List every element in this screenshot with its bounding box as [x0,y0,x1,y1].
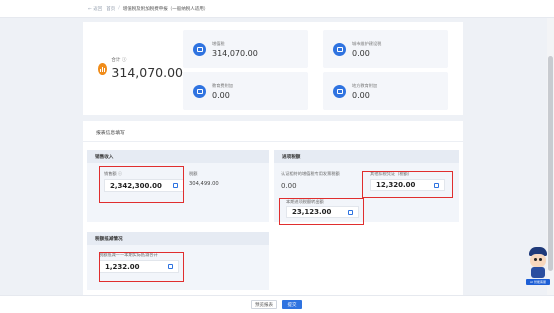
tax-amount-value: 304,499.00 [189,181,219,187]
certified-invoice-tax-label: 认证相符的增值税专用发票税额 [281,171,340,176]
bar-chart-icon [98,62,108,75]
mascot-eye [539,258,542,261]
stat-label: 地方教育附加 [352,82,378,88]
tax-summary-card: 合计 ⓘ 314,070.00 增值税 314,070.00 城市维护建设税 0… [83,22,463,115]
mascot-eye [534,258,537,261]
mascot-body [531,267,545,278]
section-title: 报表信息填写 [96,131,125,136]
stat-vat: 增值税 314,070.00 [183,30,308,68]
stat-label: 增值税 [212,40,225,46]
tax-stat-grid: 增值税 314,070.00 城市维护建设税 0.00 教育费附加 0.00 地… [183,30,453,110]
divider [83,141,463,142]
certified-invoice-tax-value: 0.00 [281,182,297,190]
graduation-cap-icon [193,84,206,98]
mascot-tag: AI 智能客服 [526,279,550,285]
scrollbar-thumb[interactable] [548,56,553,271]
total-label: 合计 ⓘ [111,58,127,63]
back-link[interactable]: ← 返回 [88,6,102,12]
stat-education-surcharge: 教育费附加 0.00 [183,72,308,110]
submit-button[interactable]: 提交 [282,300,302,309]
stat-city-construction-tax: 城市维护建设税 0.00 [323,30,448,68]
panel-title: 进项税额 [274,150,459,163]
vat-icon [193,42,206,56]
mascot-face [530,254,546,267]
top-bar: ← 返回 首页 / 增值税及附加税费申报（一般纳税人适用） [0,0,554,18]
customer-service-mascot[interactable]: AI 智能客服 [526,247,550,287]
breadcrumb-current: 增值税及附加税费申报（一般纳税人适用） [122,6,209,12]
panel-title: 税额抵减情况 [87,232,269,245]
preview-report-button[interactable]: 预览报表 [251,300,277,309]
tax-amount-label: 税额 [189,171,198,176]
highlight-sales-amount [99,166,184,203]
stat-value: 0.00 [212,90,230,100]
stat-value: 0.00 [352,48,370,58]
breadcrumb-home[interactable]: 首页 [106,6,115,12]
total-summary: 合计 ⓘ 314,070.00 [83,22,183,115]
breadcrumb-separator: / [118,6,120,11]
bottom-action-bar: 预览报表 提交 [0,295,554,313]
highlight-input-tax-transfer [279,198,364,225]
stat-local-education-surcharge: 地方教育附加 0.00 [323,72,448,110]
total-value: 314,070.00 [111,65,183,80]
stat-value: 0.00 [352,90,370,100]
stat-value: 314,070.00 [212,48,258,58]
highlight-other-deduction [362,171,453,198]
panel-title: 销售收入 [87,150,269,163]
book-icon [333,84,346,98]
stat-label: 教育费附加 [212,82,233,88]
highlight-tax-reduction [99,252,184,282]
building-icon [333,42,346,56]
stat-label: 城市维护建设税 [352,40,382,46]
